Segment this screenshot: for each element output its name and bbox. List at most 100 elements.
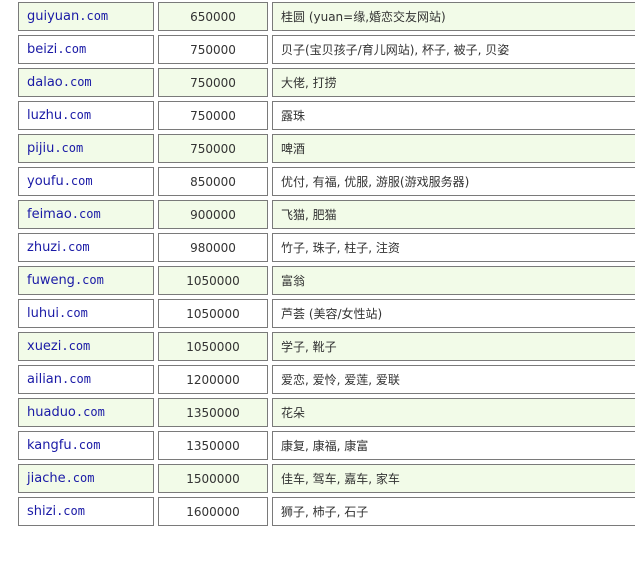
domain-link[interactable]: xuezi.com (27, 339, 90, 354)
domain-name: huaduo (27, 405, 76, 420)
domain-cell: shizi.com (18, 497, 154, 526)
table-row: jiache.com 1500000 佳车, 驾车, 嘉车, 家车 (18, 464, 635, 493)
meaning-cell: 竹子, 珠子, 柱子, 注资 (272, 233, 635, 262)
domain-link[interactable]: huaduo.com (27, 405, 105, 420)
table-row: zhuzi.com 980000 竹子, 珠子, 柱子, 注资 (18, 233, 635, 262)
price-cell: 650000 (158, 2, 268, 31)
domain-link[interactable]: guiyuan.com (27, 9, 108, 24)
domain-cell: zhuzi.com (18, 233, 154, 262)
domain-name: kangfu (27, 438, 72, 453)
price-cell: 980000 (158, 233, 268, 262)
domain-cell: xuezi.com (18, 332, 154, 361)
domain-tld: .com (57, 42, 87, 56)
domain-tld: .com (75, 405, 105, 419)
domain-tld: .com (56, 504, 85, 518)
table-row: xuezi.com 1050000 学子, 靴子 (18, 332, 635, 361)
domain-tld: .com (79, 9, 109, 23)
domain-tld: .com (58, 306, 88, 320)
price-cell: 850000 (158, 167, 268, 196)
meaning-cell: 桂圆 (yuan=缘,婚恋交友网站) (272, 2, 635, 31)
domain-cell: youfu.com (18, 167, 154, 196)
domain-link[interactable]: dalao.com (27, 75, 92, 90)
domain-link[interactable]: zhuzi.com (27, 240, 90, 255)
domain-name: xuezi (27, 339, 62, 354)
domain-tld: .com (71, 438, 101, 452)
meaning-cell: 爱恋, 爱怜, 爱莲, 爱联 (272, 365, 635, 394)
price-cell: 1350000 (158, 431, 268, 460)
domain-tld: .com (74, 273, 104, 287)
domain-link[interactable]: luhui.com (27, 306, 88, 321)
domain-cell: kangfu.com (18, 431, 154, 460)
domain-link[interactable]: kangfu.com (27, 438, 100, 453)
meaning-cell: 佳车, 驾车, 嘉车, 家车 (272, 464, 635, 493)
domain-link[interactable]: fuweng.com (27, 273, 104, 288)
domain-name: luhui (27, 306, 59, 321)
meaning-cell: 大佬, 打捞 (272, 68, 635, 97)
domain-link[interactable]: luzhu.com (27, 108, 91, 123)
meaning-cell: 啤酒 (272, 134, 635, 163)
meaning-cell: 花朵 (272, 398, 635, 427)
table-row: fuweng.com 1050000 富翁 (18, 266, 635, 295)
table-row: youfu.com 850000 优付, 有福, 优服, 游服(游戏服务器) (18, 167, 635, 196)
domain-link[interactable]: ailian.com (27, 372, 91, 387)
price-cell: 750000 (158, 134, 268, 163)
domain-cell: beizi.com (18, 35, 154, 64)
table-row: kangfu.com 1350000 康复, 康福, 康富 (18, 431, 635, 460)
domain-tld: .com (62, 75, 92, 89)
price-cell: 1600000 (158, 497, 268, 526)
domain-name: guiyuan (27, 9, 80, 24)
meaning-cell: 学子, 靴子 (272, 332, 635, 361)
price-cell: 900000 (158, 200, 268, 229)
domain-name: zhuzi (27, 240, 61, 255)
table-row: shizi.com 1600000 狮子, 柿子, 石子 (18, 497, 635, 526)
meaning-cell: 芦荟 (美容/女性站) (272, 299, 635, 328)
domain-cell: dalao.com (18, 68, 154, 97)
price-cell: 1350000 (158, 398, 268, 427)
domain-tld: .com (61, 339, 91, 353)
domain-cell: feimao.com (18, 200, 154, 229)
domain-tld: .com (65, 471, 95, 485)
domain-name: youfu (27, 174, 64, 189)
domain-name: luzhu (27, 108, 63, 123)
table-row: luzhu.com 750000 露珠 (18, 101, 635, 130)
domain-cell: ailian.com (18, 365, 154, 394)
domain-price-table: guiyuan.com 650000 桂圆 (yuan=缘,婚恋交友网站) beizi… (14, 0, 635, 530)
meaning-cell: 优付, 有福, 优服, 游服(游戏服务器) (272, 167, 635, 196)
domain-name: jiache (27, 471, 66, 486)
domain-cell: guiyuan.com (18, 2, 154, 31)
table-row: ailian.com 1200000 爱恋, 爱怜, 爱莲, 爱联 (18, 365, 635, 394)
domain-link[interactable]: jiache.com (27, 471, 94, 486)
domain-cell: fuweng.com (18, 266, 154, 295)
domain-name: beizi (27, 42, 58, 57)
domain-link[interactable]: shizi.com (27, 504, 85, 519)
table-row: feimao.com 900000 飞猫, 肥猫 (18, 200, 635, 229)
domain-cell: jiache.com (18, 464, 154, 493)
domain-link[interactable]: beizi.com (27, 42, 86, 57)
domain-link[interactable]: feimao.com (27, 207, 101, 222)
domain-tld: .com (63, 174, 93, 188)
table-row: dalao.com 750000 大佬, 打捞 (18, 68, 635, 97)
domain-link[interactable]: youfu.com (27, 174, 93, 189)
domain-tld: .com (71, 207, 101, 221)
domain-cell: luzhu.com (18, 101, 154, 130)
table-row: pijiu.com 750000 啤酒 (18, 134, 635, 163)
table-body: guiyuan.com 650000 桂圆 (yuan=缘,婚恋交友网站) beizi… (18, 2, 635, 526)
domain-tld: .com (54, 141, 84, 155)
domain-name: pijiu (27, 141, 55, 156)
price-cell: 1050000 (158, 299, 268, 328)
domain-cell: pijiu.com (18, 134, 154, 163)
table-row: luhui.com 1050000 芦荟 (美容/女性站) (18, 299, 635, 328)
meaning-cell: 贝子(宝贝孩子/育儿网站), 杯子, 被子, 贝姿 (272, 35, 635, 64)
domain-name: feimao (27, 207, 72, 222)
domain-cell: huaduo.com (18, 398, 154, 427)
meaning-cell: 露珠 (272, 101, 635, 130)
price-cell: 1500000 (158, 464, 268, 493)
price-cell: 1050000 (158, 266, 268, 295)
domain-name: dalao (27, 75, 63, 90)
domain-tld: .com (60, 240, 90, 254)
domain-link[interactable]: pijiu.com (27, 141, 83, 156)
meaning-cell: 飞猫, 肥猫 (272, 200, 635, 229)
domain-tld: .com (62, 372, 91, 386)
meaning-cell: 富翁 (272, 266, 635, 295)
price-cell: 750000 (158, 68, 268, 97)
